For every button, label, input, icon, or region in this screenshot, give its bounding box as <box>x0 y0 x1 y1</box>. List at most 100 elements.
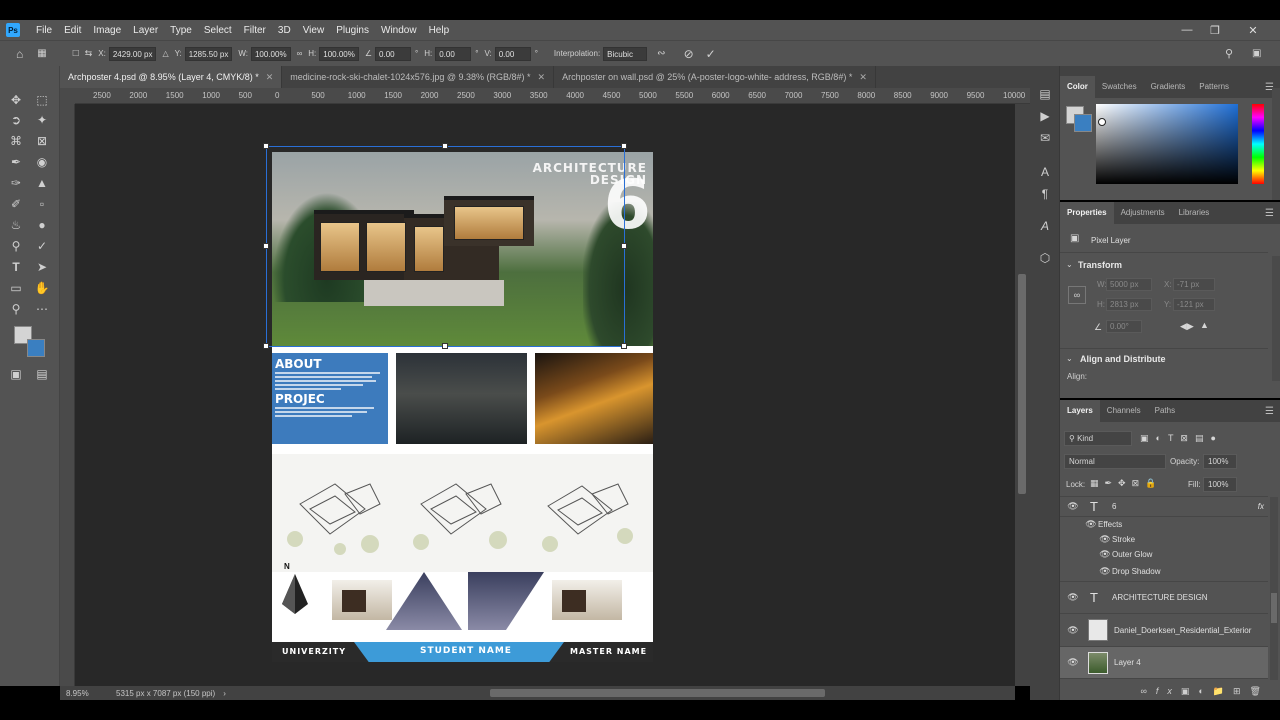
transform-handle-tl[interactable] <box>263 143 269 149</box>
cancel-transform-icon[interactable]: ⊘ <box>684 47 694 61</box>
background-color-swatch[interactable] <box>27 339 45 357</box>
layer-row-exterior[interactable]: 👁 Daniel_Doerksen_Residential_Exterior <box>1060 614 1268 647</box>
width-field[interactable]: 100.00% <box>250 46 291 61</box>
transform-chevron-icon[interactable]: ⌄ <box>1066 260 1073 269</box>
panel-menu-icon[interactable]: ☰ <box>1265 406 1274 417</box>
transform-x-field[interactable]: -71 px <box>1173 278 1215 291</box>
home-icon[interactable]: ⌂ <box>16 47 23 61</box>
menu-3d[interactable]: 3D <box>272 25 297 36</box>
panel-menu-icon[interactable]: ☰ <box>1265 208 1274 219</box>
lasso-tool-icon[interactable]: ➲ <box>7 111 25 129</box>
hand-tool-icon[interactable]: ✋ <box>33 279 51 297</box>
menu-select[interactable]: Select <box>198 25 238 36</box>
link-icon[interactable]: ∞ <box>297 49 303 58</box>
menu-filter[interactable]: Filter <box>238 25 272 36</box>
3d-cube-icon[interactable]: ⬡ <box>1037 250 1053 266</box>
minimize-icon[interactable]: — <box>1174 20 1200 40</box>
properties-scrollbar[interactable] <box>1272 256 1280 381</box>
transform-handle-b[interactable] <box>442 343 448 349</box>
horizontal-scrollbar[interactable] <box>255 686 1015 700</box>
tab-layers[interactable]: Layers <box>1060 400 1100 422</box>
interpolation-select[interactable]: Bicubic <box>603 46 648 61</box>
screen-mode-icon[interactable]: ▤ <box>33 365 51 383</box>
transform-height-field[interactable]: 2813 px <box>1106 298 1152 311</box>
menu-plugins[interactable]: Plugins <box>330 25 375 36</box>
visibility-eye-icon[interactable]: 👁 <box>1062 501 1084 512</box>
transform-handle-bl[interactable] <box>263 343 269 349</box>
eyedropper-tool-icon[interactable]: ✒ <box>7 153 25 171</box>
tab-archposter-4[interactable]: Archposter 4.psd @ 8.95% (Layer 4, CMYK/… <box>60 66 283 88</box>
link-dimensions-icon[interactable]: ∞ <box>1068 286 1086 304</box>
menu-view[interactable]: View <box>297 25 331 36</box>
tab-close-icon[interactable]: ✕ <box>538 72 546 83</box>
fill-field[interactable]: 100% <box>1203 477 1237 492</box>
zoom-level[interactable]: 8.95% <box>66 689 116 698</box>
tab-swatches[interactable]: Swatches <box>1095 76 1144 98</box>
transform-bounding-box[interactable] <box>266 146 625 347</box>
actions-play-icon[interactable]: ▶ <box>1037 108 1053 124</box>
transform-tool-icon[interactable]: ▦ <box>37 48 46 59</box>
layer-row-layer-4[interactable]: 👁 Layer 4 <box>1060 647 1268 679</box>
paragraph-icon[interactable]: ¶ <box>1037 186 1053 202</box>
visibility-eye-icon[interactable]: 👁 <box>1062 657 1084 668</box>
workspace-icon[interactable]: ▣ <box>1252 48 1261 59</box>
reference-point-icon[interactable]: □ <box>73 48 79 59</box>
transform-y-field[interactable]: -121 px <box>1173 298 1215 311</box>
hskew-field[interactable]: 0.00 <box>435 46 472 61</box>
blend-mode-select[interactable]: Normal <box>1064 454 1166 469</box>
tab-gradients[interactable]: Gradients <box>1144 76 1193 98</box>
color-field[interactable] <box>1096 104 1238 184</box>
vskew-field[interactable]: 0.00 <box>494 46 531 61</box>
transform-handle-tr[interactable] <box>621 143 627 149</box>
blur-tool-icon[interactable]: ● <box>33 216 51 234</box>
tab-patterns[interactable]: Patterns <box>1192 76 1236 98</box>
paint-bucket-tool-icon[interactable]: ♨ <box>7 216 25 234</box>
brush-tool-icon[interactable]: ✑ <box>7 174 25 192</box>
zoom-tool-icon[interactable]: ⚲ <box>7 300 25 318</box>
x-field[interactable]: 2429.00 px <box>108 46 157 61</box>
vertical-scrollbar[interactable] <box>1015 104 1030 686</box>
layers-scrollbar[interactable] <box>1270 497 1278 680</box>
crop-tool-icon[interactable]: ⌘ <box>7 132 25 150</box>
layer-row-6[interactable]: 👁 T 6 fx <box>1060 497 1268 517</box>
status-menu-chevron-icon[interactable]: › <box>223 689 226 698</box>
eraser-tool-icon[interactable]: ▫ <box>33 195 51 213</box>
tab-archposter-wall[interactable]: Archposter on wall.psd @ 25% (A-poster-l… <box>554 66 876 88</box>
visibility-eye-icon[interactable]: 👁 <box>1098 566 1112 577</box>
tab-close-icon[interactable]: ✕ <box>859 72 867 83</box>
effect-row-drop-shadow[interactable]: 👁 Drop Shadow <box>1060 562 1268 582</box>
vertical-scroll-thumb[interactable] <box>1018 274 1026 494</box>
path-selection-tool-icon[interactable]: ➤ <box>33 258 51 276</box>
tab-properties[interactable]: Properties <box>1060 202 1114 224</box>
color-panel-scrollbar[interactable] <box>1272 88 1280 200</box>
tab-libraries[interactable]: Libraries <box>1172 202 1217 224</box>
visibility-eye-icon[interactable]: 👁 <box>1098 534 1112 545</box>
tab-color[interactable]: Color <box>1060 76 1095 98</box>
angle-field[interactable]: 0.00 <box>375 46 412 61</box>
history-icon[interactable]: ▤ <box>1037 86 1053 102</box>
relative-position-icon[interactable]: △ <box>162 49 168 58</box>
marquee-tool-icon[interactable]: ⬚ <box>33 91 51 109</box>
opacity-field[interactable]: 100% <box>1203 454 1237 469</box>
tab-medicine-rock[interactable]: medicine-rock-ski-chalet-1024x576.jpg @ … <box>282 66 555 88</box>
layers-scroll-thumb[interactable] <box>1271 593 1277 623</box>
spot-healing-tool-icon[interactable]: ◉ <box>33 153 51 171</box>
move-tool-icon[interactable]: ✥ <box>7 91 25 109</box>
dodge-tool-icon[interactable]: ⚲ <box>7 237 25 255</box>
tab-adjustments[interactable]: Adjustments <box>1114 202 1172 224</box>
layer-effects-row[interactable]: 👁 Effects <box>1060 517 1268 532</box>
layer-filter-icons[interactable]: ▣◐T⊠▤● <box>1140 433 1223 444</box>
tab-channels[interactable]: Channels <box>1100 400 1148 422</box>
reference-toggle-icon[interactable]: ⇆ <box>85 48 93 59</box>
bg-color-chip[interactable] <box>1074 114 1092 132</box>
warp-icon[interactable]: ∾ <box>657 48 665 59</box>
comments-icon[interactable]: ✉ <box>1037 130 1053 146</box>
glyphs-icon[interactable]: A <box>1037 218 1053 234</box>
quick-mask-icon[interactable]: ▣ <box>7 365 25 383</box>
color-picker-marker[interactable] <box>1098 118 1106 126</box>
tab-paths[interactable]: Paths <box>1148 400 1182 422</box>
visibility-eye-icon[interactable]: 👁 <box>1062 625 1084 636</box>
transform-handle-br[interactable] <box>621 343 627 349</box>
type-tool-icon[interactable]: T <box>7 258 25 276</box>
effect-row-stroke[interactable]: 👁 Stroke <box>1060 532 1268 547</box>
